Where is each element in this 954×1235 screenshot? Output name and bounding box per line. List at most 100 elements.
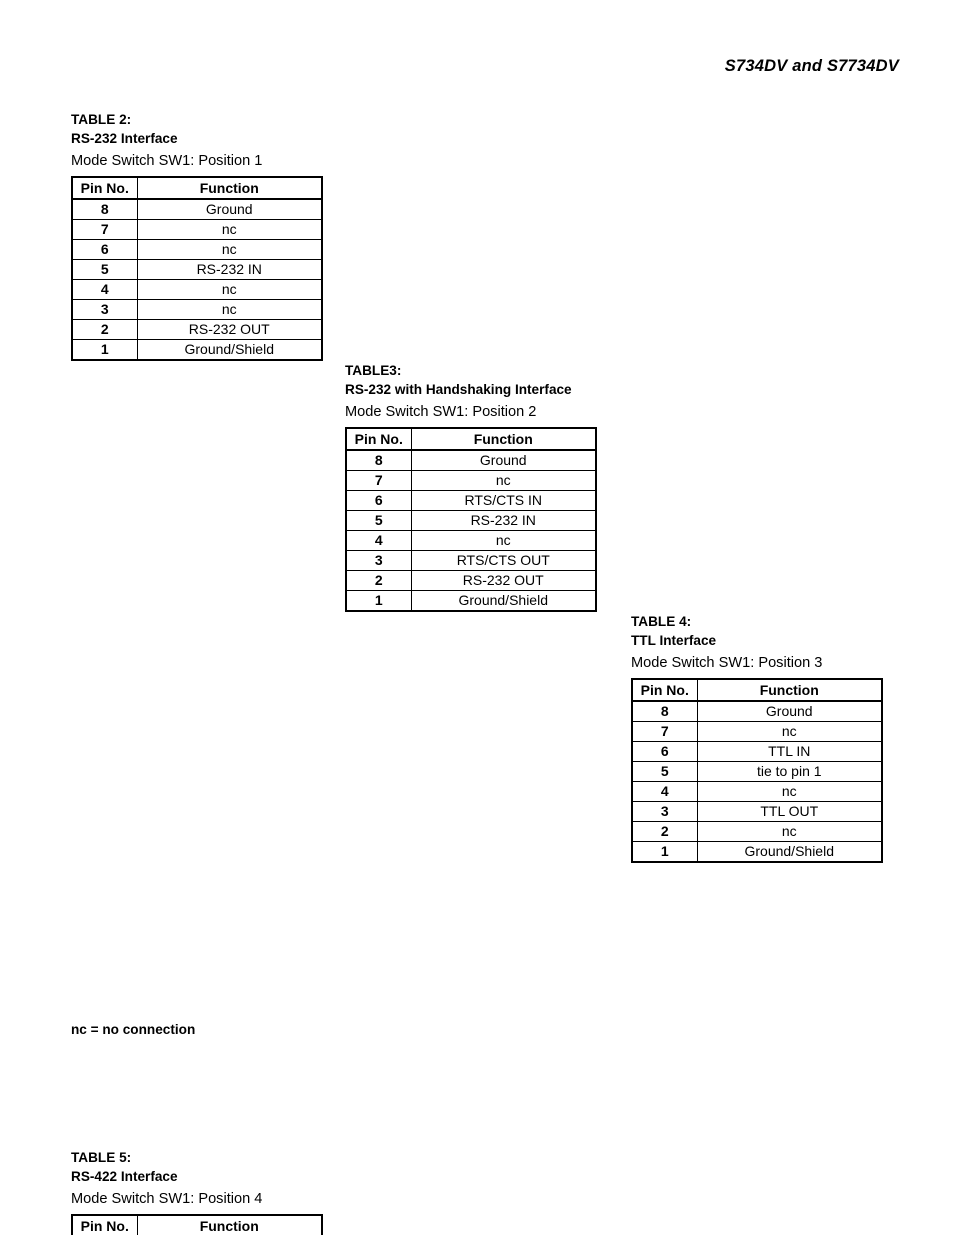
cell-function: Ground/Shield xyxy=(136,339,323,361)
table-row: 8 Ground xyxy=(71,198,323,220)
cell-function: RS-232 IN xyxy=(136,259,323,280)
document-page: S734DV and S7734DV TABLE 2: RS-232 Inter… xyxy=(0,0,954,1235)
cell-function: Ground xyxy=(410,449,597,471)
table-title: RS-422 Interface xyxy=(71,1169,178,1184)
table-row: 5 tie to pin 1 xyxy=(631,761,883,782)
table-row: 8 Ground xyxy=(345,449,597,471)
table-header-row: Pin No. Function xyxy=(631,678,883,702)
cell-pin: 1 xyxy=(71,339,138,361)
table-number: TABLE 5: xyxy=(71,1150,132,1165)
cell-function: nc xyxy=(410,470,597,491)
running-header: S734DV and S7734DV xyxy=(724,57,899,75)
table-subtitle: Mode Switch SW1: Position 4 xyxy=(71,1191,263,1207)
cell-function: nc xyxy=(136,239,323,260)
pin-table: Pin No. Function 8 Ground 7 nc 6 RTS/CTS IN… xyxy=(345,427,597,612)
table-row: 8 Ground xyxy=(631,700,883,722)
cell-pin: 8 xyxy=(345,449,412,471)
cell-function: RS-232 OUT xyxy=(136,319,323,340)
table-row: 6 TTL IN xyxy=(631,741,883,762)
table-title: RS-232 with Handshaking Interface xyxy=(345,382,572,397)
table-row: 2 nc xyxy=(631,821,883,842)
cell-pin: 1 xyxy=(631,841,698,863)
cell-pin: 4 xyxy=(345,530,412,551)
table-block-2: TABLE 2: RS-232 Interface Mode Switch SW… xyxy=(71,110,954,361)
column-header-pin: Pin No. xyxy=(71,1214,138,1235)
cell-function: Ground xyxy=(696,700,883,722)
table-row: 3 RTS/CTS OUT xyxy=(345,550,597,571)
table-title: TTL Interface xyxy=(631,633,717,648)
table-row: 7 nc xyxy=(71,219,323,240)
cell-pin: 7 xyxy=(71,219,138,240)
column-header-pin: Pin No. xyxy=(345,427,412,451)
table-title: RS-232 Interface xyxy=(71,131,178,146)
cell-function: RTS/CTS OUT xyxy=(410,550,597,571)
cell-pin: 5 xyxy=(631,761,698,782)
pin-table: Pin No. Function 8Ground 7nc 6RS-422 IN … xyxy=(71,1214,323,1235)
table-row: 1 Ground/Shield xyxy=(71,339,323,361)
cell-pin: 6 xyxy=(71,239,138,260)
cell-pin: 3 xyxy=(631,801,698,822)
pin-table: Pin No. Function 8 Ground 7 nc 6 TTL IN 5 ti… xyxy=(631,678,883,863)
cell-function: nc xyxy=(136,279,323,300)
table-row: 3 nc xyxy=(71,299,323,320)
table-row: 5 RS-232 IN xyxy=(71,259,323,280)
cell-function: Ground xyxy=(136,198,323,220)
table-row: 4 nc xyxy=(71,279,323,300)
column-header-pin: Pin No. xyxy=(71,176,138,200)
table-subtitle: Mode Switch SW1: Position 3 xyxy=(631,655,823,671)
cell-function: TTL OUT xyxy=(696,801,883,822)
cell-pin: 5 xyxy=(71,259,138,280)
cell-pin: 1 xyxy=(345,590,412,612)
cell-function: Ground/Shield xyxy=(410,590,597,612)
table-subtitle: Mode Switch SW1: Position 1 xyxy=(71,153,263,169)
table-subtitle: Mode Switch SW1: Position 2 xyxy=(345,404,537,420)
cell-function: TTL IN xyxy=(696,741,883,762)
cell-pin: 7 xyxy=(345,470,412,491)
cell-pin: 3 xyxy=(71,299,138,320)
table-row: 4 nc xyxy=(345,530,597,551)
column-header-function: Function xyxy=(410,427,597,451)
table-number: TABLE3: xyxy=(345,363,402,378)
table-row: 4 nc xyxy=(631,781,883,802)
cell-pin: 4 xyxy=(71,279,138,300)
cell-function: tie to pin 1 xyxy=(696,761,883,782)
cell-function: nc xyxy=(136,299,323,320)
cell-pin: 5 xyxy=(345,510,412,531)
table-row: 6 nc xyxy=(71,239,323,260)
table-row: 2 RS-232 OUT xyxy=(345,570,597,591)
cell-pin: 8 xyxy=(631,700,698,722)
table-row: 7 nc xyxy=(631,721,883,742)
cell-function: RTS/CTS IN xyxy=(410,490,597,511)
cell-pin: 6 xyxy=(631,741,698,762)
cell-pin: 7 xyxy=(631,721,698,742)
table-number: TABLE 4: xyxy=(631,614,692,629)
table-row: 6 RTS/CTS IN xyxy=(345,490,597,511)
cell-function: nc xyxy=(696,781,883,802)
footnote: nc = no connection xyxy=(71,1022,196,1037)
cell-function: RS-232 IN xyxy=(410,510,597,531)
table-row: 5 RS-232 IN xyxy=(345,510,597,531)
table-block-5: TABLE 5: RS-422 Interface Mode Switch SW… xyxy=(71,1148,954,1235)
cell-pin: 8 xyxy=(71,198,138,220)
column-header-function: Function xyxy=(696,678,883,702)
table-header-row: Pin No. Function xyxy=(71,1214,323,1235)
table-row: 3 TTL OUT xyxy=(631,801,883,822)
cell-function: RS-232 OUT xyxy=(410,570,597,591)
table-number: TABLE 2: xyxy=(71,112,132,127)
cell-function: nc xyxy=(696,721,883,742)
table-header-row: Pin No. Function xyxy=(71,176,323,200)
cell-pin: 3 xyxy=(345,550,412,571)
table-row: 2 RS-232 OUT xyxy=(71,319,323,340)
cell-pin: 2 xyxy=(345,570,412,591)
cell-function: nc xyxy=(136,219,323,240)
cell-pin: 4 xyxy=(631,781,698,802)
table-block-3: TABLE3: RS-232 with Handshaking Interfac… xyxy=(345,361,954,612)
table-block-4: TABLE 4: TTL Interface Mode Switch SW1: … xyxy=(631,612,954,863)
cell-pin: 6 xyxy=(345,490,412,511)
column-header-function: Function xyxy=(136,176,323,200)
cell-function: nc xyxy=(696,821,883,842)
column-header-pin: Pin No. xyxy=(631,678,698,702)
cell-function: Ground/Shield xyxy=(696,841,883,863)
table-row: 1 Ground/Shield xyxy=(631,841,883,863)
pin-table: Pin No. Function 8 Ground 7 nc 6 nc 5 RS-232… xyxy=(71,176,323,361)
